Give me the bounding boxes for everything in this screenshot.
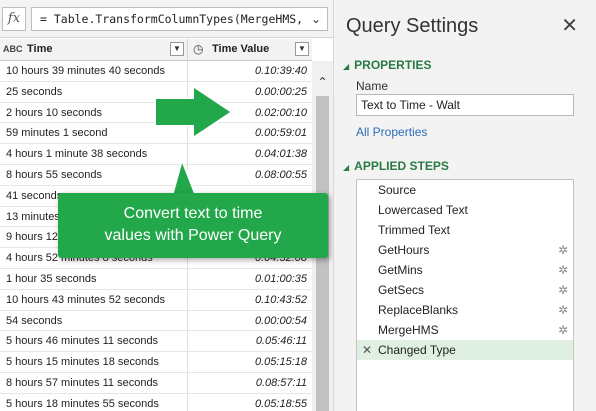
time-value-cell[interactable]: 0.05:46:11 — [188, 331, 312, 351]
applied-step-label: ReplaceBlanks — [378, 303, 459, 317]
time-text-cell[interactable]: 8 hours 57 minutes 11 seconds — [0, 372, 188, 393]
applied-step-label: GetSecs — [378, 283, 425, 297]
table-row[interactable]: 10 hours 43 minutes 52 seconds 0.10:43:52 — [0, 289, 312, 311]
time-value-cell[interactable]: 0.05:15:18 — [188, 352, 312, 372]
gear-icon[interactable]: ✲ — [558, 320, 568, 340]
table-row[interactable]: 54 seconds 0.00:00:54 — [0, 310, 312, 332]
chevron-down-icon[interactable]: ⌄ — [306, 8, 321, 30]
time-value-cell[interactable]: 0.00:59:01 — [188, 123, 312, 143]
gear-icon[interactable]: ✲ — [558, 240, 568, 260]
close-icon[interactable]: ✕ — [561, 15, 578, 37]
applied-step[interactable]: MergeHMS ✲ — [357, 320, 573, 340]
time-text-cell[interactable]: 4 hours 1 minute 38 seconds — [0, 144, 188, 164]
column-header-time-value[interactable]: ◷ Time Value ▼ — [188, 39, 312, 61]
table-row[interactable]: 5 hours 46 minutes 11 seconds 0.05:46:11 — [0, 331, 312, 353]
gear-icon[interactable]: ✲ — [558, 280, 568, 300]
time-value-cell[interactable]: 0.00:00:54 — [188, 311, 312, 331]
table-row[interactable]: 8 hours 55 seconds 0.08:00:55 — [0, 164, 312, 186]
time-text-cell[interactable]: 5 hours 15 minutes 18 seconds — [0, 352, 188, 372]
gear-icon[interactable]: ✲ — [558, 260, 568, 280]
fx-button[interactable]: fx — [2, 7, 26, 31]
table-row[interactable]: 5 hours 15 minutes 18 seconds 0.05:15:18 — [0, 352, 312, 373]
time-value-cell[interactable]: 0.08:00:55 — [188, 165, 312, 185]
table-row[interactable]: 2 hours 10 seconds 0.02:00:10 — [0, 102, 312, 124]
filter-dropdown-icon[interactable]: ▼ — [170, 42, 184, 56]
time-text-cell[interactable]: 54 seconds — [0, 310, 188, 331]
time-value-cell[interactable]: 0.04:01:38 — [188, 144, 312, 164]
column-header-label: Time — [27, 43, 53, 55]
applied-step[interactable]: ✕ Changed Type — [357, 340, 573, 360]
formula-bar: fx = Table.TransformColumnTypes(MergeHMS… — [0, 0, 333, 38]
applied-step[interactable]: GetHours ✲ — [357, 240, 573, 260]
applied-step-label: MergeHMS — [378, 323, 439, 337]
gear-icon[interactable]: ✲ — [558, 300, 568, 320]
data-preview-pane: fx = Table.TransformColumnTypes(MergeHMS… — [0, 0, 333, 411]
formula-text: = Table.TransformColumnTypes(MergeHMS, — [40, 12, 304, 26]
time-value-cell[interactable]: 0.00:00:25 — [188, 82, 312, 102]
applied-step[interactable]: Source — [357, 180, 573, 200]
filter-dropdown-icon[interactable]: ▼ — [295, 42, 309, 56]
time-text-cell[interactable]: 59 minutes 1 second — [0, 123, 188, 144]
applied-steps-heading-label: APPLIED STEPS — [354, 159, 449, 173]
applied-step-label: Lowercased Text — [378, 203, 468, 217]
table-row[interactable]: 8 hours 57 minutes 11 seconds 0.08:57:11 — [0, 372, 312, 394]
time-text-cell[interactable]: 2 hours 10 seconds — [0, 102, 188, 123]
callout-line-2: values with Power Query — [104, 227, 282, 244]
table-row[interactable]: 59 minutes 1 second 0.00:59:01 — [0, 123, 312, 145]
applied-step[interactable]: ReplaceBlanks ✲ — [357, 300, 573, 320]
delete-step-icon[interactable]: ✕ — [362, 340, 372, 360]
table-row[interactable]: 10 hours 39 minutes 40 seconds 0.10:39:40 — [0, 61, 312, 82]
time-text-cell[interactable]: 8 hours 55 seconds — [0, 164, 188, 185]
table-row[interactable]: 25 seconds 0.00:00:25 — [0, 81, 312, 103]
scroll-up-icon[interactable]: ⌃ — [312, 73, 333, 91]
applied-steps-heading[interactable]: ◢ APPLIED STEPS — [343, 159, 449, 173]
pane-title: Query Settings — [346, 15, 479, 37]
table-row[interactable]: 4 hours 1 minute 38 seconds 0.04:01:38 — [0, 144, 312, 165]
time-text-cell[interactable]: 10 hours 43 minutes 52 seconds — [0, 289, 188, 310]
applied-step[interactable]: GetSecs ✲ — [357, 280, 573, 300]
table-row[interactable]: 1 hour 35 seconds 0.01:00:35 — [0, 268, 312, 290]
applied-step-label: Source — [378, 183, 417, 197]
callout-box: Convert text to time values with Power Q… — [58, 193, 328, 258]
time-text-cell[interactable]: 1 hour 35 seconds — [0, 268, 188, 289]
name-field[interactable] — [356, 94, 574, 116]
applied-step-label: GetHours — [378, 243, 430, 257]
applied-step-label: Changed Type — [378, 343, 456, 357]
time-value-cell[interactable]: 0.10:43:52 — [188, 290, 312, 310]
time-value-cell[interactable]: 0.05:18:55 — [188, 394, 312, 411]
applied-step-label: GetMins — [378, 263, 423, 277]
callout-line-1: Convert text to time — [123, 205, 263, 222]
all-properties-link[interactable]: All Properties — [356, 125, 427, 139]
formula-input[interactable]: = Table.TransformColumnTypes(MergeHMS, ⌄ — [31, 7, 328, 31]
time-text-cell[interactable]: 25 seconds — [0, 81, 188, 102]
collapse-triangle-icon[interactable]: ◢ — [343, 62, 349, 71]
properties-heading-label: PROPERTIES — [354, 58, 432, 72]
time-value-cell[interactable]: 0.10:39:40 — [188, 61, 312, 81]
applied-step[interactable]: Lowercased Text — [357, 200, 573, 220]
time-text-cell[interactable]: 10 hours 39 minutes 40 seconds — [0, 61, 188, 81]
column-header-time[interactable]: ABC Time ▼ — [0, 39, 188, 61]
query-settings-pane: Query Settings ✕ ◢ PROPERTIES Name All Pr… — [333, 0, 596, 411]
applied-steps-list: Source Lowercased Text Trimmed Text GetHour… — [356, 179, 574, 411]
time-value-cell[interactable]: 0.02:00:10 — [188, 103, 312, 123]
text-type-icon[interactable]: ABC — [3, 39, 23, 60]
time-text-cell[interactable]: 5 hours 18 minutes 55 seconds — [0, 393, 188, 411]
clock-type-icon[interactable]: ◷ — [193, 39, 203, 60]
applied-step[interactable]: GetMins ✲ — [357, 260, 573, 280]
grid-header: ABC Time ▼ ◷ Time Value ▼ — [0, 39, 312, 61]
time-text-cell[interactable]: 5 hours 46 minutes 11 seconds — [0, 331, 188, 352]
collapse-triangle-icon[interactable]: ◢ — [343, 163, 349, 172]
time-value-cell[interactable]: 0.08:57:11 — [188, 373, 312, 393]
time-value-cell[interactable]: 0.01:00:35 — [188, 269, 312, 289]
table-row[interactable]: 5 hours 18 minutes 55 seconds 0.05:18:55 — [0, 393, 312, 411]
applied-step-label: Trimmed Text — [378, 223, 451, 237]
applied-step[interactable]: Trimmed Text — [357, 220, 573, 240]
properties-heading[interactable]: ◢ PROPERTIES — [343, 58, 432, 72]
column-header-label: Time Value — [212, 43, 270, 55]
name-label: Name — [356, 79, 389, 93]
